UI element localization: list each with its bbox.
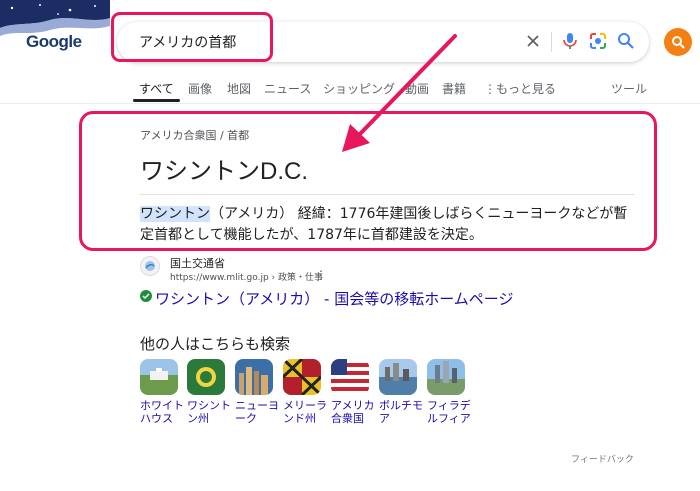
tab-images[interactable]: 画像 [188, 80, 212, 97]
lens-icon[interactable] [587, 30, 609, 56]
related-label[interactable]: ホワイトハウス [140, 399, 186, 425]
related-heading: 他の人はこちらも検索 [140, 335, 291, 353]
annotation-box-search [111, 12, 273, 62]
tab-tools[interactable]: ツール [611, 80, 647, 97]
feedback-link[interactable]: フィードバック [571, 452, 634, 465]
related-label[interactable]: フィラデルフィア [427, 399, 473, 425]
search-divider [551, 32, 552, 52]
mic-icon[interactable] [559, 30, 581, 56]
tab-books[interactable]: 書籍 [442, 80, 466, 97]
tab-maps[interactable]: 地図 [227, 80, 251, 97]
source-name[interactable]: 国土交通省 [170, 255, 225, 271]
source-url[interactable]: https://www.mlit.go.jp › 政策・仕事 [170, 270, 323, 283]
related-thumb-philadelphia[interactable] [427, 359, 465, 395]
source-favicon[interactable] [140, 256, 160, 276]
related-label[interactable]: メリーランド州 [283, 399, 329, 425]
related-thumb-baltimore[interactable] [379, 359, 417, 395]
related-label[interactable]: アメリカ合衆国 [331, 399, 377, 425]
related-label[interactable]: ニューヨーク [235, 399, 281, 425]
verified-check-icon [140, 290, 152, 302]
google-logo[interactable]: Google [26, 32, 82, 52]
tab-news[interactable]: ニュース [264, 80, 311, 97]
tab-all[interactable]: すべて [139, 80, 174, 97]
result-link[interactable]: ワシントン（アメリカ） - 国会等の移転ホームページ [155, 288, 513, 309]
clear-icon[interactable] [523, 31, 543, 51]
doodle-banner[interactable] [0, 0, 110, 62]
related-label[interactable]: ボルチモア [379, 399, 425, 425]
more-dots-icon: ⋮ [484, 82, 496, 96]
related-label[interactable]: ワシントン州 [187, 399, 233, 425]
more-options-icon[interactable]: ⋮ [315, 268, 327, 282]
active-tab-indicator [133, 99, 180, 102]
annotation-box-answer [79, 111, 657, 251]
search-icon[interactable] [615, 30, 637, 56]
related-thumb-new-york[interactable] [235, 359, 273, 395]
tabs-divider [0, 103, 700, 104]
tab-more[interactable]: ⋮もっと見る [484, 80, 556, 97]
related-thumb-washington-state[interactable] [187, 359, 225, 395]
tab-videos[interactable]: 動画 [405, 80, 429, 97]
related-thumb-white-house[interactable] [140, 359, 178, 395]
tab-shopping[interactable]: ショッピング [323, 80, 395, 97]
related-thumb-maryland[interactable] [283, 359, 321, 395]
tab-more-label: もっと見る [496, 82, 557, 96]
account-avatar[interactable] [664, 28, 692, 56]
related-thumb-usa[interactable] [331, 359, 369, 395]
